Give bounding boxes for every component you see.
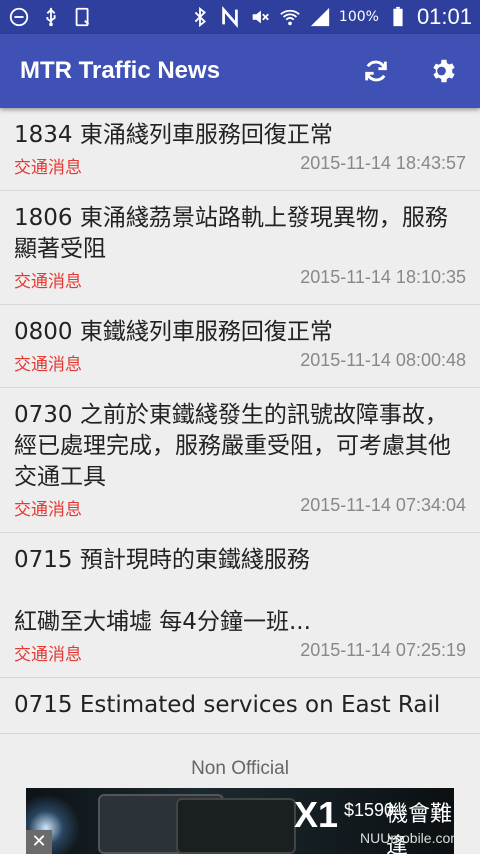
ad-brand: X1 [294,794,339,835]
bluetooth-icon [194,6,206,28]
news-item[interactable]: 1806 東涌綫茘景站路軌上發現異物，服務顯著受阻 交通消息 2015-11-1… [0,191,480,305]
news-meta: 交通消息 2015-11-14 18:10:35 [14,267,466,292]
news-category: 交通消息 [14,355,82,375]
clock: 01:01 [416,4,472,29]
news-title: 0800 東鐵綫列車服務回復正常 [14,319,333,345]
wifi-icon [280,9,300,26]
news-meta: 交通消息 2015-11-14 07:34:04 [14,495,466,520]
news-title: 0730 之前於東鐵綫發生的訊號故障事故，經已處理完成，服務嚴重受阻，可考慮其他… [14,402,451,490]
news-timestamp: 2015-11-14 07:34:04 [300,495,466,515]
app-bar: MTR Traffic News [0,34,480,108]
news-item[interactable]: 0730 之前於東鐵綫發生的訊號故障事故，經已處理完成，服務嚴重受阻，可考慮其他… [0,388,480,533]
news-item[interactable]: 0800 東鐵綫列車服務回復正常 交通消息 2015-11-14 08:00:4… [0,305,480,388]
news-timestamp: 2015-11-14 08:00:48 [300,350,466,370]
news-title: 0715 預計現時的東鐵綫服務 紅磡至大埔墟 每4分鐘一班... [14,547,311,635]
news-item[interactable]: 0715 Estimated services on East Rail [0,678,480,734]
non-official-label: Non Official [0,752,480,786]
battery-icon [393,6,403,27]
news-title: 1806 東涌綫茘景站路軌上發現異物，服務顯著受阻 [14,205,448,262]
news-category: 交通消息 [14,500,82,520]
news-category: 交通消息 [14,158,82,178]
news-timestamp: 2015-11-14 18:10:35 [300,267,466,287]
nfc-icon [222,6,238,28]
news-timestamp: 2015-11-14 07:25:19 [300,640,466,660]
screenshot-icon [75,7,90,27]
do-not-disturb-icon [9,7,29,27]
signal-icon [310,7,330,27]
ad-close-button[interactable]: ✕ [26,830,52,854]
news-meta: 交通消息 2015-11-14 07:25:19 [14,640,466,665]
usb-icon [46,7,56,27]
app-title: MTR Traffic News [20,57,221,84]
status-left-icons [8,6,94,28]
news-meta: 交通消息 2015-11-14 18:43:57 [14,153,466,178]
refresh-button[interactable] [360,55,392,87]
news-category: 交通消息 [14,645,82,665]
settings-button[interactable] [428,55,460,87]
gear-icon [433,59,455,83]
news-meta: 交通消息 2015-11-14 08:00:48 [14,350,466,375]
ad-banner[interactable]: X1 $1590 機會難逢 NUUmobile.com [26,788,454,854]
news-title: 1834 東涌綫列車服務回復正常 [14,122,333,148]
news-category: 交通消息 [14,272,82,292]
status-bar: 100% 01:01 [0,0,480,34]
battery-percent: 100% [338,9,379,25]
news-title: 0715 Estimated services on East Rail [14,692,441,718]
news-item[interactable]: 1834 東涌綫列車服務回復正常 交通消息 2015-11-14 18:43:5… [0,108,480,191]
news-timestamp: 2015-11-14 18:43:57 [300,153,466,173]
news-list[interactable]: 1834 東涌綫列車服務回復正常 交通消息 2015-11-14 18:43:5… [0,108,480,752]
ad-phone-image-2 [176,798,296,854]
news-item[interactable]: 0715 預計現時的東鐵綫服務 紅磡至大埔墟 每4分鐘一班... 交通消息 20… [0,533,480,678]
mute-icon [252,10,269,24]
app-actions [360,55,460,87]
refresh-icon [365,60,387,82]
status-right-icons: 100% 01:01 [189,4,472,30]
ad-url: NUUmobile.com [360,830,454,846]
